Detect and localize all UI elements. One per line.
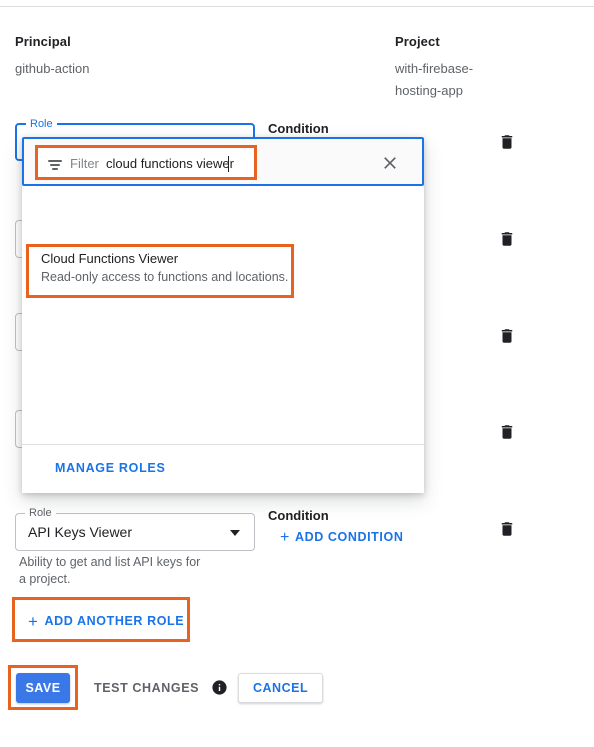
role-description: Ability to get and list API keys for a p…	[19, 555, 201, 586]
delete-icon	[501, 232, 513, 246]
role-select-5[interactable]: Role API Keys Viewer	[15, 507, 255, 551]
project-column-header: Project	[395, 34, 440, 49]
info-icon-glyph	[212, 680, 227, 695]
principal-column-header: Principal	[15, 34, 71, 49]
delete-role-button-4[interactable]	[498, 422, 516, 442]
condition-column-header-5: Condition	[268, 508, 329, 523]
delete-icon	[501, 135, 513, 149]
delete-role-button-1[interactable]	[498, 132, 516, 152]
filter-icon	[48, 160, 62, 170]
role-filter-bar: Filter cloud functions viewer	[22, 137, 424, 186]
text-cursor	[228, 156, 229, 172]
add-condition-button[interactable]: + ADD CONDITION	[280, 529, 403, 547]
chevron-down-icon	[230, 530, 240, 536]
cancel-button[interactable]: CANCEL	[238, 673, 324, 703]
role-filter-input[interactable]: cloud functions viewer	[106, 156, 234, 171]
test-changes-button[interactable]: TEST CHANGES	[94, 681, 199, 695]
delete-role-button-5[interactable]	[498, 519, 516, 539]
role-filter-label: Filter	[70, 156, 99, 171]
role-select-5-value: API Keys Viewer	[28, 524, 133, 540]
iam-role-editor-panel: Principal github-action Project with-fir…	[0, 0, 594, 747]
role-option-title: Cloud Functions Viewer	[41, 251, 179, 266]
delete-role-button-3[interactable]	[498, 326, 516, 346]
condition-column-header-1: Condition	[268, 121, 329, 136]
role-option-list: Cloud Functions Viewer Read-only access …	[22, 186, 424, 444]
delete-icon	[501, 522, 513, 536]
delete-icon	[501, 329, 513, 343]
role-dropdown-footer: MANAGE ROLES	[22, 444, 424, 493]
project-value: with-firebase-hosting-app	[395, 61, 474, 98]
role-select-5-legend: Role	[25, 507, 56, 519]
plus-icon: +	[280, 529, 290, 546]
principal-value: github-action	[15, 61, 90, 76]
role-filter-input-wrapper[interactable]: Filter cloud functions viewer	[35, 145, 257, 180]
manage-roles-link[interactable]: MANAGE ROLES	[55, 461, 166, 475]
role-dropdown-panel: Filter cloud functions viewer Cloud Func…	[22, 137, 424, 493]
save-button[interactable]: SAVE	[16, 673, 70, 703]
add-another-role-label: ADD ANOTHER ROLE	[44, 614, 185, 628]
delete-icon	[501, 425, 513, 439]
role-option-description: Read-only access to functions and locati…	[41, 270, 289, 284]
role-option-cloud-functions-viewer[interactable]: Cloud Functions Viewer Read-only access …	[41, 250, 291, 286]
add-another-role-button[interactable]: + ADD ANOTHER ROLE	[28, 612, 184, 632]
delete-role-button-2[interactable]	[498, 229, 516, 249]
info-icon[interactable]	[211, 679, 228, 696]
clear-filter-button[interactable]	[380, 153, 400, 173]
close-icon	[384, 157, 396, 169]
add-condition-label: ADD CONDITION	[294, 530, 404, 544]
plus-icon: +	[28, 612, 39, 631]
top-divider	[0, 6, 594, 7]
role-select-1-legend: Role	[26, 118, 57, 130]
